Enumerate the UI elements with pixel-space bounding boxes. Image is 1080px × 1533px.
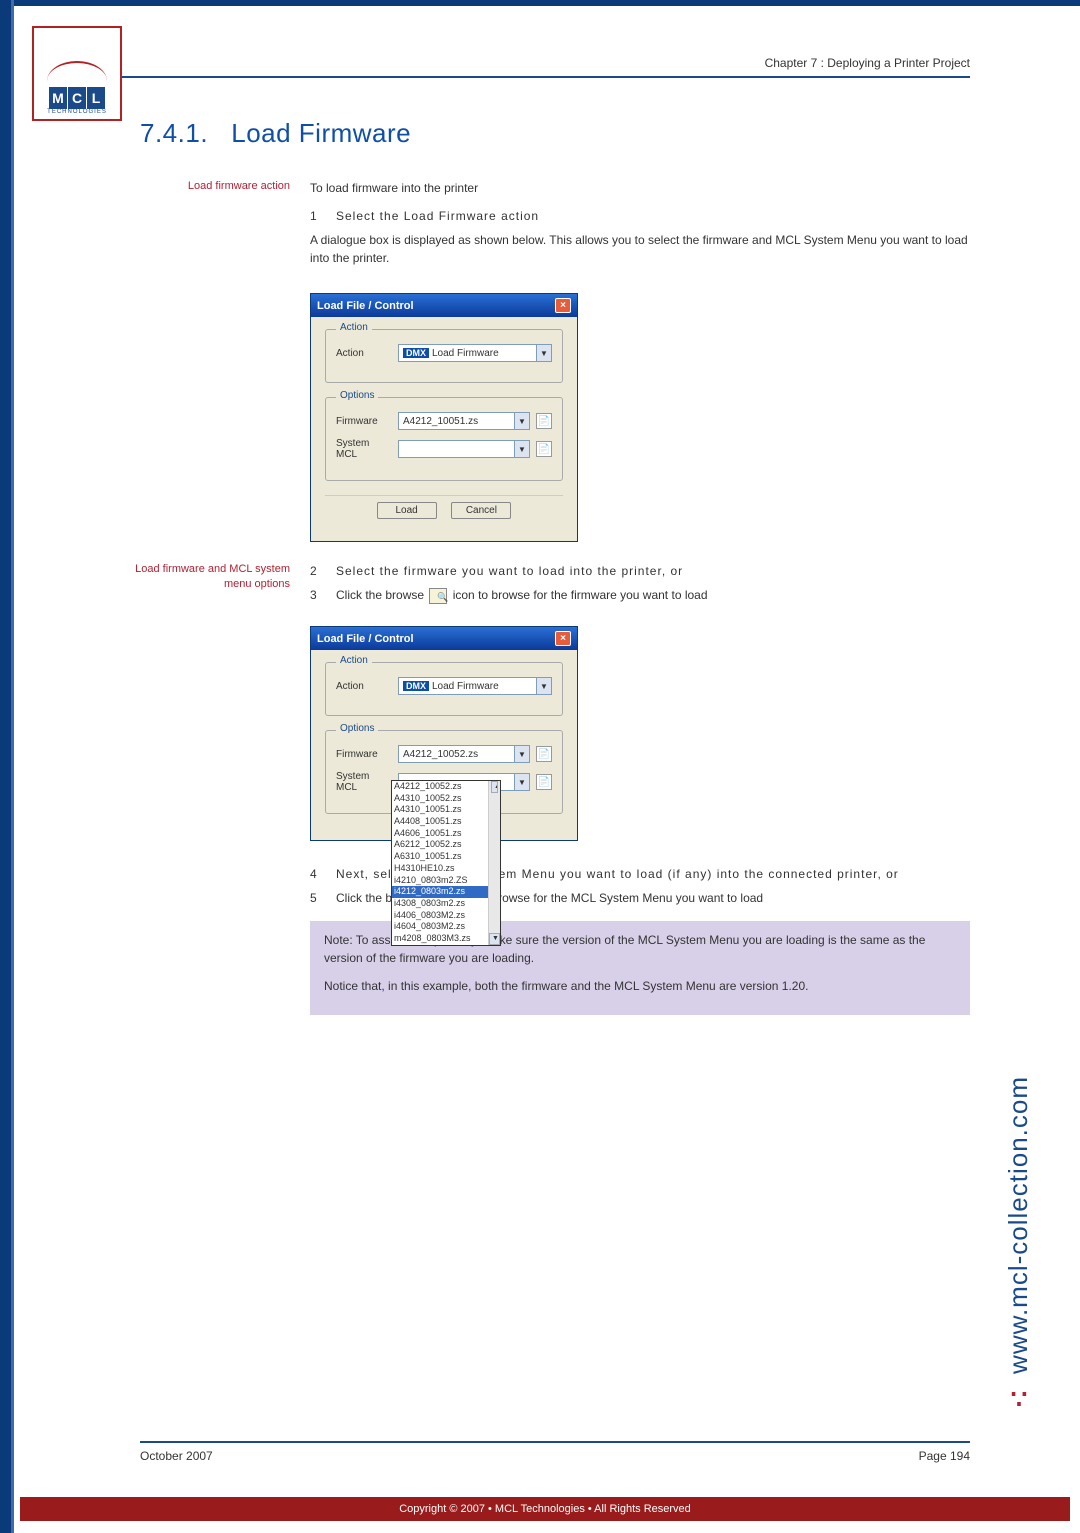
dropdown-item[interactable]: A4310_10051.zs [392,804,488,816]
chevron-down-icon: ▼ [536,678,551,694]
dropdown-item[interactable]: A4606_10051.zs [392,828,488,840]
dialog-title: Load File / Control [317,633,414,645]
firmware-dropdown-list[interactable]: ▲ ▼ A4212_10052.zsA4310_10052.zsA4310_10… [391,780,501,946]
browse-system-icon[interactable]: 📄 [536,774,552,790]
chevron-down-icon: ▼ [536,345,551,361]
dropdown-item[interactable]: i4406_0803M2.zs [392,910,488,922]
margin-label-action: Load firmware action [120,179,310,277]
dialog-title: Load File / Control [317,300,414,312]
chapter-header: Chapter 7 : Deploying a Printer Project [120,6,970,78]
footer-page: Page 194 [919,1449,970,1463]
browse-folder-icon [429,588,447,604]
dropdown-item[interactable]: A4212_10052.zs [392,781,488,793]
browse-firmware-icon[interactable]: 📄 [536,413,552,429]
firmware-select[interactable]: A4212_10052.zs ▼ [398,745,530,763]
dropdown-item[interactable]: m4208_0803M3.zs [392,933,488,945]
browse-firmware-icon[interactable]: 📄 [536,746,552,762]
intro-text: To load firmware into the printer [310,179,970,197]
chevron-down-icon: ▼ [514,413,529,429]
dialog-intro-text: A dialogue box is displayed as shown bel… [310,231,970,267]
chevron-down-icon: ▼ [514,774,529,790]
dropdown-item[interactable]: A6310_10051.zs [392,851,488,863]
dropdown-item[interactable]: H4310HE10.zs [392,863,488,875]
firmware-select[interactable]: A4212_10051.zs ▼ [398,412,530,430]
system-mcl-select[interactable]: ▼ [398,440,530,458]
close-icon[interactable]: × [555,631,571,646]
dropdown-item[interactable]: A4408_10051.zs [392,816,488,828]
chevron-down-icon: ▼ [514,441,529,457]
dropdown-item[interactable]: i4210_0803m2.ZS [392,875,488,887]
website-url: ∴ www.mcl-collection.com [1003,1076,1034,1413]
footer-date: October 2007 [140,1449,213,1463]
load-button[interactable]: Load [377,502,437,519]
load-file-dialog: Load File / Control × Action Action DMXL… [310,293,578,542]
load-file-dialog-expanded: Load File / Control × Action Action DMXL… [310,626,578,841]
margin-label-options: Load firmware and MCL system menu option… [120,562,310,610]
chevron-down-icon: ▼ [514,746,529,762]
scroll-up-icon[interactable]: ▲ [491,781,498,793]
scroll-down-icon[interactable]: ▼ [489,933,500,945]
dropdown-item[interactable]: i4308_0803m2.zs [392,898,488,910]
dropdown-item[interactable]: A6212_10052.zs [392,839,488,851]
browse-system-icon[interactable]: 📄 [536,441,552,457]
action-select[interactable]: DMXLoad Firmware ▼ [398,677,552,695]
dropdown-item[interactable]: i4604_0803M2.zs [392,921,488,933]
section-title: 7.4.1. Load Firmware [140,118,970,149]
dropdown-item[interactable]: A4310_10052.zs [392,793,488,805]
dropdown-item[interactable]: i4212_0803m2.zs [392,886,488,898]
close-icon[interactable]: × [555,298,571,313]
cancel-button[interactable]: Cancel [451,502,511,519]
brand-logo: MCL TECHNOLOGIES [32,26,122,121]
action-select[interactable]: DMXLoad Firmware ▼ [398,344,552,362]
copyright-bar: Copyright © 2007 • MCL Technologies • Al… [20,1497,1070,1521]
